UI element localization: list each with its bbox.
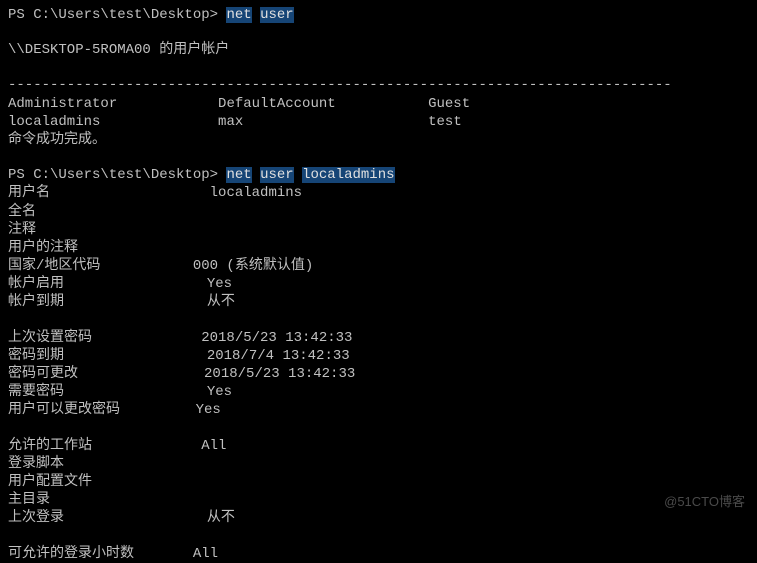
- detail-value: 2018/5/23 13:42:33: [201, 330, 352, 346]
- user-col: max: [218, 114, 243, 130]
- detail-value: 从不: [207, 510, 235, 526]
- detail-value: All: [193, 546, 218, 562]
- detail-row: 国家/地区代码 000 (系统默认值): [8, 257, 749, 275]
- detail-row: 需要密码 Yes: [8, 383, 749, 401]
- user-col: Administrator: [8, 96, 117, 112]
- detail-label: 用户名: [8, 185, 50, 201]
- detail-value: 2018/7/4 13:42:33: [207, 348, 350, 364]
- detail-row: 密码到期 2018/7/4 13:42:33: [8, 347, 749, 365]
- detail-row: 允许的工作站 All: [8, 437, 749, 455]
- user-row-1: Administrator DefaultAccount Guest: [8, 95, 749, 113]
- detail-label: 上次设置密码: [8, 330, 92, 346]
- detail-row: 主目录: [8, 491, 749, 509]
- detail-value: Yes: [207, 276, 232, 292]
- detail-row: 用户可以更改密码 Yes: [8, 401, 749, 419]
- command-line-1[interactable]: PS C:\Users\test\Desktop> net user: [8, 6, 749, 24]
- detail-row: 上次设置密码 2018/5/23 13:42:33: [8, 329, 749, 347]
- detail-label: 可允许的登录小时数: [8, 546, 134, 562]
- cmd-user: user: [260, 167, 294, 183]
- host-header: \\DESKTOP-5ROMA00 的用户帐户: [8, 41, 749, 59]
- user-row-2: localadmins max test: [8, 113, 749, 131]
- detail-label: 全名: [8, 204, 36, 220]
- cmd-net: net: [226, 7, 251, 23]
- detail-value: Yes: [196, 402, 221, 418]
- user-col: DefaultAccount: [218, 96, 336, 112]
- blank-line: [8, 528, 749, 545]
- detail-label: 主目录: [8, 492, 50, 508]
- detail-row: 用户名 localadmins: [8, 184, 749, 202]
- detail-row: 上次登录 从不: [8, 509, 749, 527]
- watermark-text: @51CTO博客: [664, 494, 745, 511]
- detail-row: 全名: [8, 203, 749, 221]
- user-col: Guest: [428, 96, 470, 112]
- cmd-arg: localadmins: [302, 167, 394, 183]
- detail-row: 可允许的登录小时数 All: [8, 545, 749, 563]
- detail-label: 注释: [8, 222, 36, 238]
- success-msg: 命令成功完成。: [8, 131, 749, 149]
- detail-value: All: [201, 438, 226, 454]
- detail-label: 帐户到期: [8, 294, 64, 310]
- separator-line: ----------------------------------------…: [8, 76, 749, 94]
- detail-value: 2018/5/23 13:42:33: [204, 366, 355, 382]
- detail-label: 国家/地区代码: [8, 258, 100, 274]
- detail-label: 上次登录: [8, 510, 64, 526]
- detail-row: 注释: [8, 221, 749, 239]
- blank-line: [8, 59, 749, 76]
- detail-row: 帐户启用 Yes: [8, 275, 749, 293]
- detail-value: Yes: [207, 384, 232, 400]
- detail-label: 帐户启用: [8, 276, 64, 292]
- user-col: test: [428, 114, 462, 130]
- detail-value: localadmins: [210, 185, 302, 201]
- prompt-path: PS C:\Users\test\Desktop>: [8, 167, 226, 183]
- blank-line: [8, 420, 749, 437]
- detail-row: 密码可更改 2018/5/23 13:42:33: [8, 365, 749, 383]
- detail-label: 允许的工作站: [8, 438, 92, 454]
- detail-label: 用户可以更改密码: [8, 402, 120, 418]
- detail-value: 000 (系统默认值): [193, 258, 313, 274]
- detail-row: 登录脚本: [8, 455, 749, 473]
- detail-label: 用户配置文件: [8, 474, 92, 490]
- user-col: localadmins: [8, 114, 100, 130]
- cmd-user: user: [260, 7, 294, 23]
- detail-label: 需要密码: [8, 384, 64, 400]
- command-line-2[interactable]: PS C:\Users\test\Desktop> net user local…: [8, 166, 749, 184]
- prompt-path: PS C:\Users\test\Desktop>: [8, 7, 226, 23]
- detail-label: 密码到期: [8, 348, 64, 364]
- detail-row: 用户的注释: [8, 239, 749, 257]
- blank-line: [8, 149, 749, 166]
- detail-row: 帐户到期 从不: [8, 293, 749, 311]
- detail-row: 用户配置文件: [8, 473, 749, 491]
- blank-line: [8, 312, 749, 329]
- detail-value: 从不: [207, 294, 235, 310]
- blank-line: [8, 24, 749, 41]
- cmd-net: net: [226, 167, 251, 183]
- detail-label: 用户的注释: [8, 240, 78, 256]
- detail-label: 登录脚本: [8, 456, 64, 472]
- detail-label: 密码可更改: [8, 366, 78, 382]
